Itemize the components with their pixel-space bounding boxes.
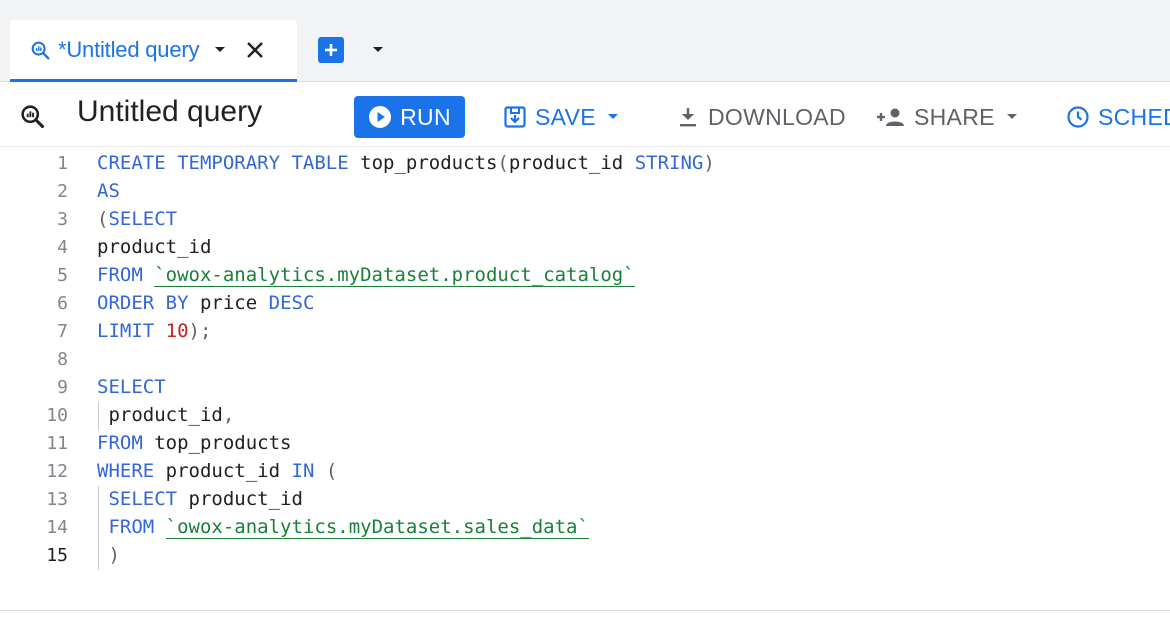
query-toolbar: Untitled query RUN SAVE DOWNLOAD SHARE S… [0,83,1170,147]
line-number: 9 [57,376,68,398]
tab-label: *Untitled query [58,36,200,62]
share-button[interactable]: SHARE [876,96,1019,138]
chevron-down-icon [606,110,620,124]
table-reference: `owox-analytics.myDataset.sales_data` [165,516,589,539]
close-icon[interactable] [243,38,267,62]
new-tab-button[interactable] [318,37,344,63]
code-line: 14 FROM `owox-analytics.myDataset.sales_… [0,513,1170,541]
line-number: 12 [46,460,68,482]
play-icon [369,106,392,128]
identifier: product_id [188,488,303,510]
keyword: SELECT [108,488,178,510]
chevron-down-icon [1005,110,1019,124]
add-person-icon [877,108,904,126]
identifier: product_id [97,236,212,258]
code-line: 13 SELECT product_id [0,485,1170,513]
code-line: 12 WHERE product_id IN ( [0,457,1170,485]
keyword: SELECT [108,208,178,230]
identifier: product_id [108,404,223,426]
line-number: 4 [57,236,68,258]
chevron-down-icon [373,47,383,52]
code-line: 10 product_id, [0,401,1170,429]
tab-strip: *Untitled query [0,0,1170,82]
keyword: FROM [97,432,143,454]
run-label: RUN [400,103,451,130]
identifier: top_products [360,152,498,174]
keyword: AS [97,180,120,202]
code-line: 11 FROM top_products [0,429,1170,457]
punctuation: , [222,404,235,426]
punctuation: ) [703,152,715,174]
code-line: 7 LIMIT 10); [0,317,1170,345]
code-line: 2 AS [0,177,1170,205]
line-number: 15 [46,544,68,566]
keyword: ORDER BY [97,292,189,314]
keyword: CREATE TEMPORARY TABLE [97,152,349,174]
keyword: WHERE [97,460,155,482]
share-label: SHARE [914,103,995,130]
code-line-active: 15 ) [0,541,1170,569]
punctuation: ( [325,460,338,482]
new-tab-menu-button[interactable] [368,40,388,60]
line-number: 7 [57,320,68,342]
line-number: 1 [57,152,68,174]
code-line: 3 (SELECT [0,205,1170,233]
keyword: DESC [268,292,315,314]
number-literal: 10 [165,320,189,342]
schedule-button[interactable]: SCHED [1066,96,1170,138]
keyword: FROM [108,516,155,538]
identifier: price [199,292,258,314]
punctuation: ) [108,544,120,566]
line-number: 13 [46,488,68,510]
divider [0,610,1170,611]
clock-icon [1067,106,1089,128]
keyword: LIMIT [97,320,155,342]
line-number: 5 [57,264,68,286]
save-icon [504,106,526,128]
editor-footer [0,588,1170,628]
line-number: 2 [57,180,68,202]
code-line: 1 CREATE TEMPORARY TABLE top_products(pr… [0,149,1170,177]
keyword: IN [291,460,315,482]
keyword: FROM [97,264,143,286]
identifier: product_id [508,152,624,174]
line-number: 11 [46,432,68,454]
run-button[interactable]: RUN [354,96,465,138]
identifier: product_id [165,460,281,482]
tab-untitled-query[interactable]: *Untitled query [10,20,297,82]
save-label: SAVE [535,103,596,130]
sql-editor[interactable]: 1 CREATE TEMPORARY TABLE top_products(pr… [0,148,1170,588]
punctuation: ( [497,152,509,174]
download-button[interactable]: DOWNLOAD [676,96,846,138]
punctuation: ( [97,208,109,230]
chevron-down-icon[interactable] [211,41,229,59]
line-number: 6 [57,292,68,314]
line-number: 14 [46,516,68,538]
table-reference: `owox-analytics.myDataset.product_catalo… [154,264,635,287]
plus-icon [325,44,337,56]
keyword: STRING [634,152,704,174]
query-icon [28,38,52,62]
query-icon [18,102,46,130]
code-line: 9 SELECT [0,373,1170,401]
code-line: 6 ORDER BY price DESC [0,289,1170,317]
identifier: top_products [154,432,292,454]
line-number: 3 [57,208,68,230]
query-title: Untitled query [77,95,263,128]
schedule-label: SCHED [1098,103,1170,130]
punctuation: ); [188,320,212,342]
download-icon [680,108,696,127]
code-line: 5 FROM `owox-analytics.myDataset.product… [0,261,1170,289]
code-line: 8 [0,345,1170,373]
code-line: 4 product_id [0,233,1170,261]
save-button[interactable]: SAVE [503,96,620,138]
download-label: DOWNLOAD [708,103,846,130]
line-number: 10 [46,404,68,426]
line-number: 8 [57,348,68,370]
keyword: SELECT [97,376,166,398]
